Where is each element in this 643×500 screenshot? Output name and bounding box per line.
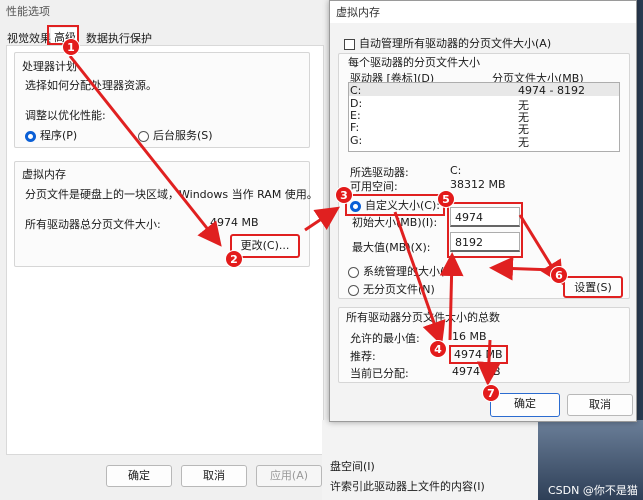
step-badge-4: 4	[429, 340, 447, 358]
step-badge-3: 3	[335, 186, 353, 204]
arrow-6-to-7	[489, 256, 556, 281]
arrow-4-to-7	[476, 339, 501, 386]
annotation-arrows	[68, 55, 564, 386]
step-badge-7: 7	[482, 384, 500, 402]
arrow-2-to-3	[304, 206, 340, 232]
arrow-1-to-2	[68, 55, 222, 247]
step-badge-2: 2	[225, 250, 243, 268]
step-badge-6: 6	[550, 266, 568, 284]
step-badge-1: 1	[62, 38, 80, 56]
arrow-4-to-5	[439, 252, 464, 341]
step-badge-5: 5	[437, 190, 455, 208]
arrow-3-to-4	[393, 211, 446, 346]
